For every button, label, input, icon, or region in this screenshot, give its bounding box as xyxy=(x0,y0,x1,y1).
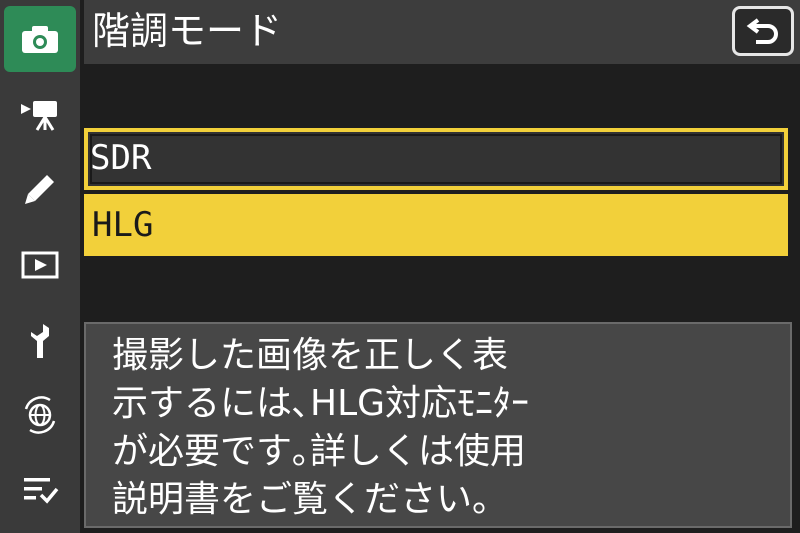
network-globe-icon xyxy=(24,396,56,434)
help-line: 撮影した画像を正しく表 xyxy=(112,335,509,376)
wrench-icon xyxy=(31,324,49,358)
help-line: 示するには､HLG対応ﾓﾆﾀｰ xyxy=(112,383,530,424)
page-title: 階調モード xyxy=(92,9,283,53)
my-menu-icon xyxy=(24,478,59,504)
back-button[interactable] xyxy=(732,6,794,56)
camera-icon xyxy=(22,26,58,53)
option-hlg[interactable]: HLG xyxy=(84,194,788,256)
help-text-box: 撮影した画像を正しく表 示するには､HLG対応ﾓﾆﾀｰ が必要です｡詳しくは使用… xyxy=(84,322,792,528)
menu-header: 階調モード xyxy=(84,0,800,64)
video-camera-icon xyxy=(21,101,57,131)
option-label: SDR xyxy=(90,138,152,178)
return-arrow-icon xyxy=(746,18,778,44)
help-line: が必要です｡詳しくは使用 xyxy=(112,431,527,472)
sidebar-item-photo-shooting[interactable] xyxy=(4,6,76,72)
focus-inner-border xyxy=(90,134,782,184)
sidebar-item-setup[interactable] xyxy=(4,308,76,374)
option-sdr[interactable]: SDR xyxy=(84,128,788,190)
menu-sidebar xyxy=(0,0,80,533)
sidebar-item-video-recording[interactable] xyxy=(4,82,76,148)
help-line: 説明書をご覧ください。 xyxy=(112,479,509,520)
sidebar-item-playback[interactable] xyxy=(4,232,76,298)
sidebar-item-network[interactable] xyxy=(4,382,76,448)
sidebar-item-my-menu[interactable] xyxy=(4,456,76,522)
playback-icon xyxy=(21,251,59,279)
pencil-icon xyxy=(25,175,54,204)
option-label: HLG xyxy=(92,205,154,245)
camera-menu-screen: 階調モード SDR HLG 撮影した画像を正しく表 示するには､HLG対応ﾓﾆﾀ… xyxy=(0,0,800,533)
sidebar-item-custom-settings[interactable] xyxy=(4,156,76,222)
